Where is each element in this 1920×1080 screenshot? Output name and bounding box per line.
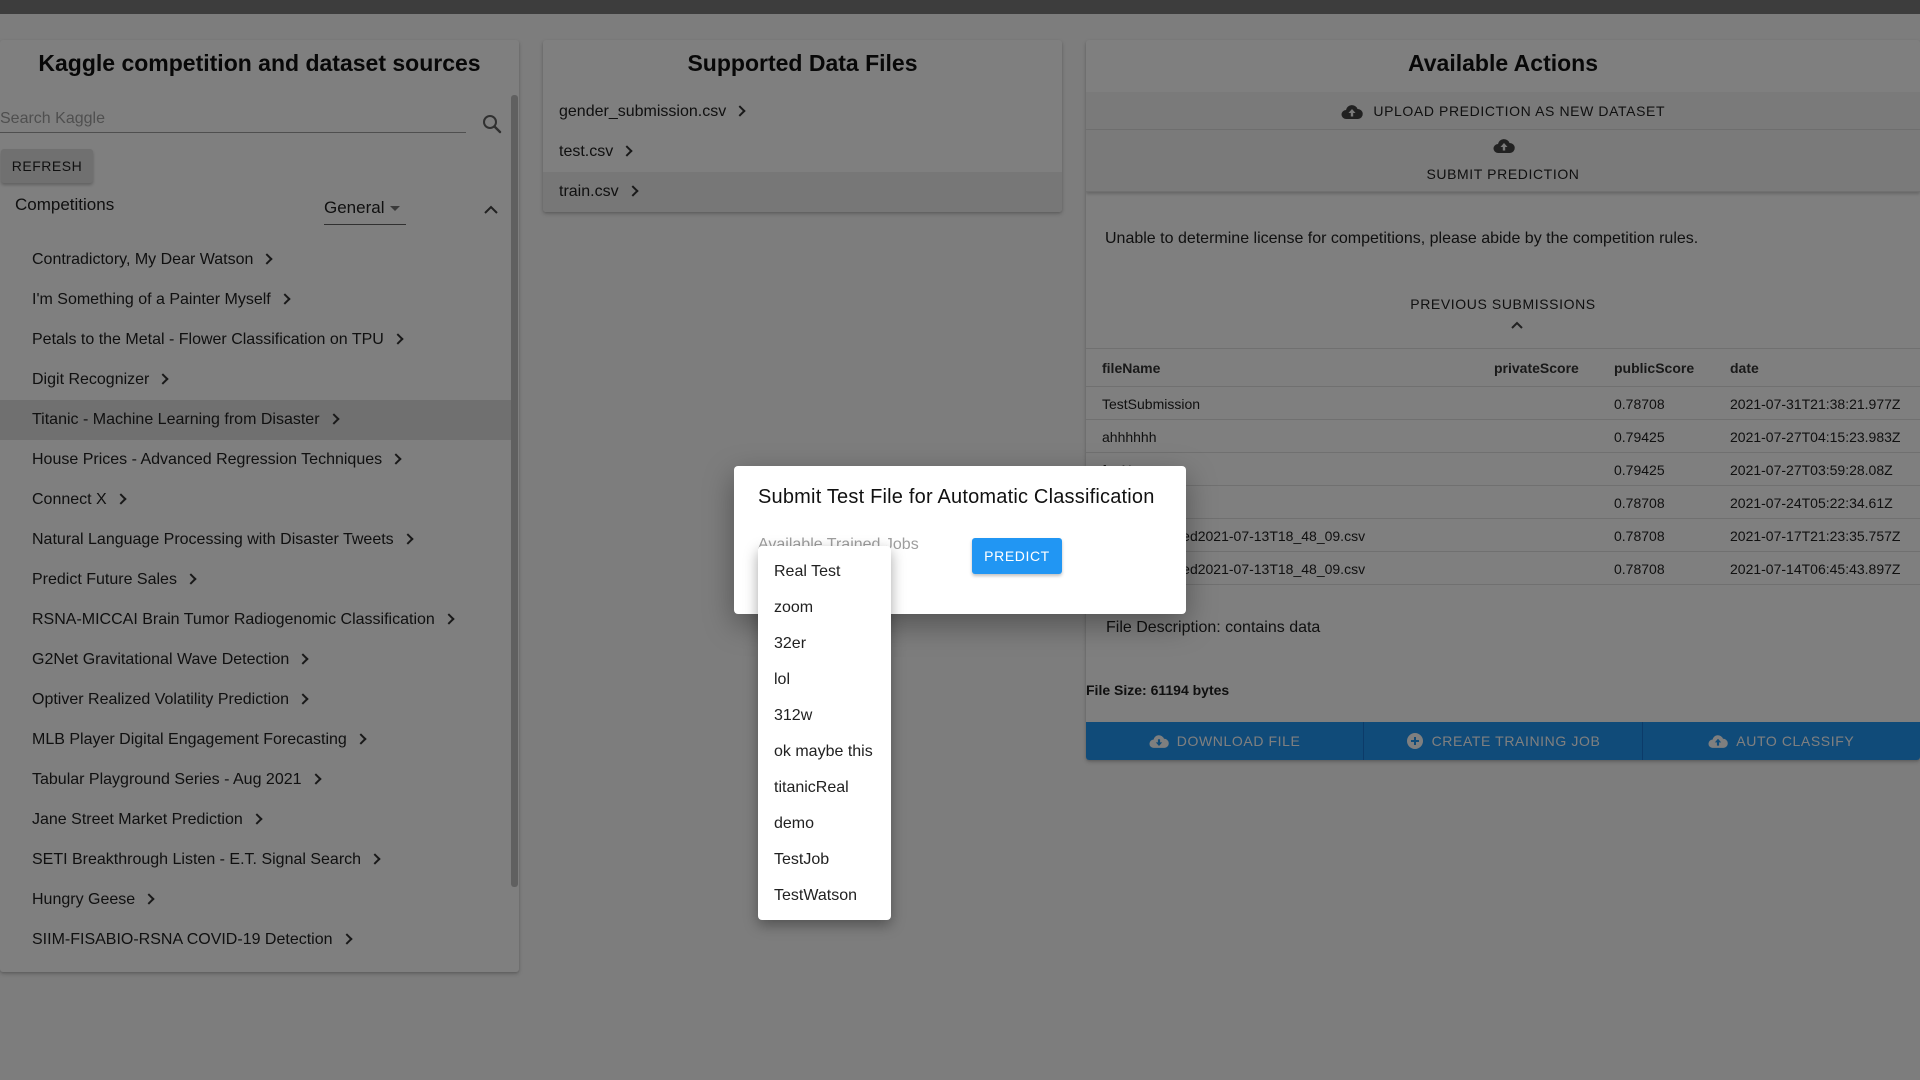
job-option[interactable]: titanicReal [758, 770, 891, 806]
dialog-title: Submit Test File for Automatic Classific… [758, 486, 1155, 508]
job-option[interactable]: zoom [758, 590, 891, 626]
job-option[interactable]: Real Test [758, 554, 891, 590]
job-option[interactable]: demo [758, 806, 891, 842]
job-option[interactable]: 312w [758, 698, 891, 734]
job-option[interactable]: 32er [758, 626, 891, 662]
job-option[interactable]: lol [758, 662, 891, 698]
predict-button[interactable]: PREDICT [972, 538, 1062, 574]
trained-jobs-menu: Real Test zoom 32er lol 312w ok maybe this tit… [758, 546, 891, 920]
job-option[interactable]: TestJob [758, 842, 891, 878]
job-option[interactable]: ok maybe this [758, 734, 891, 770]
job-option[interactable]: TestWatson [758, 878, 891, 914]
